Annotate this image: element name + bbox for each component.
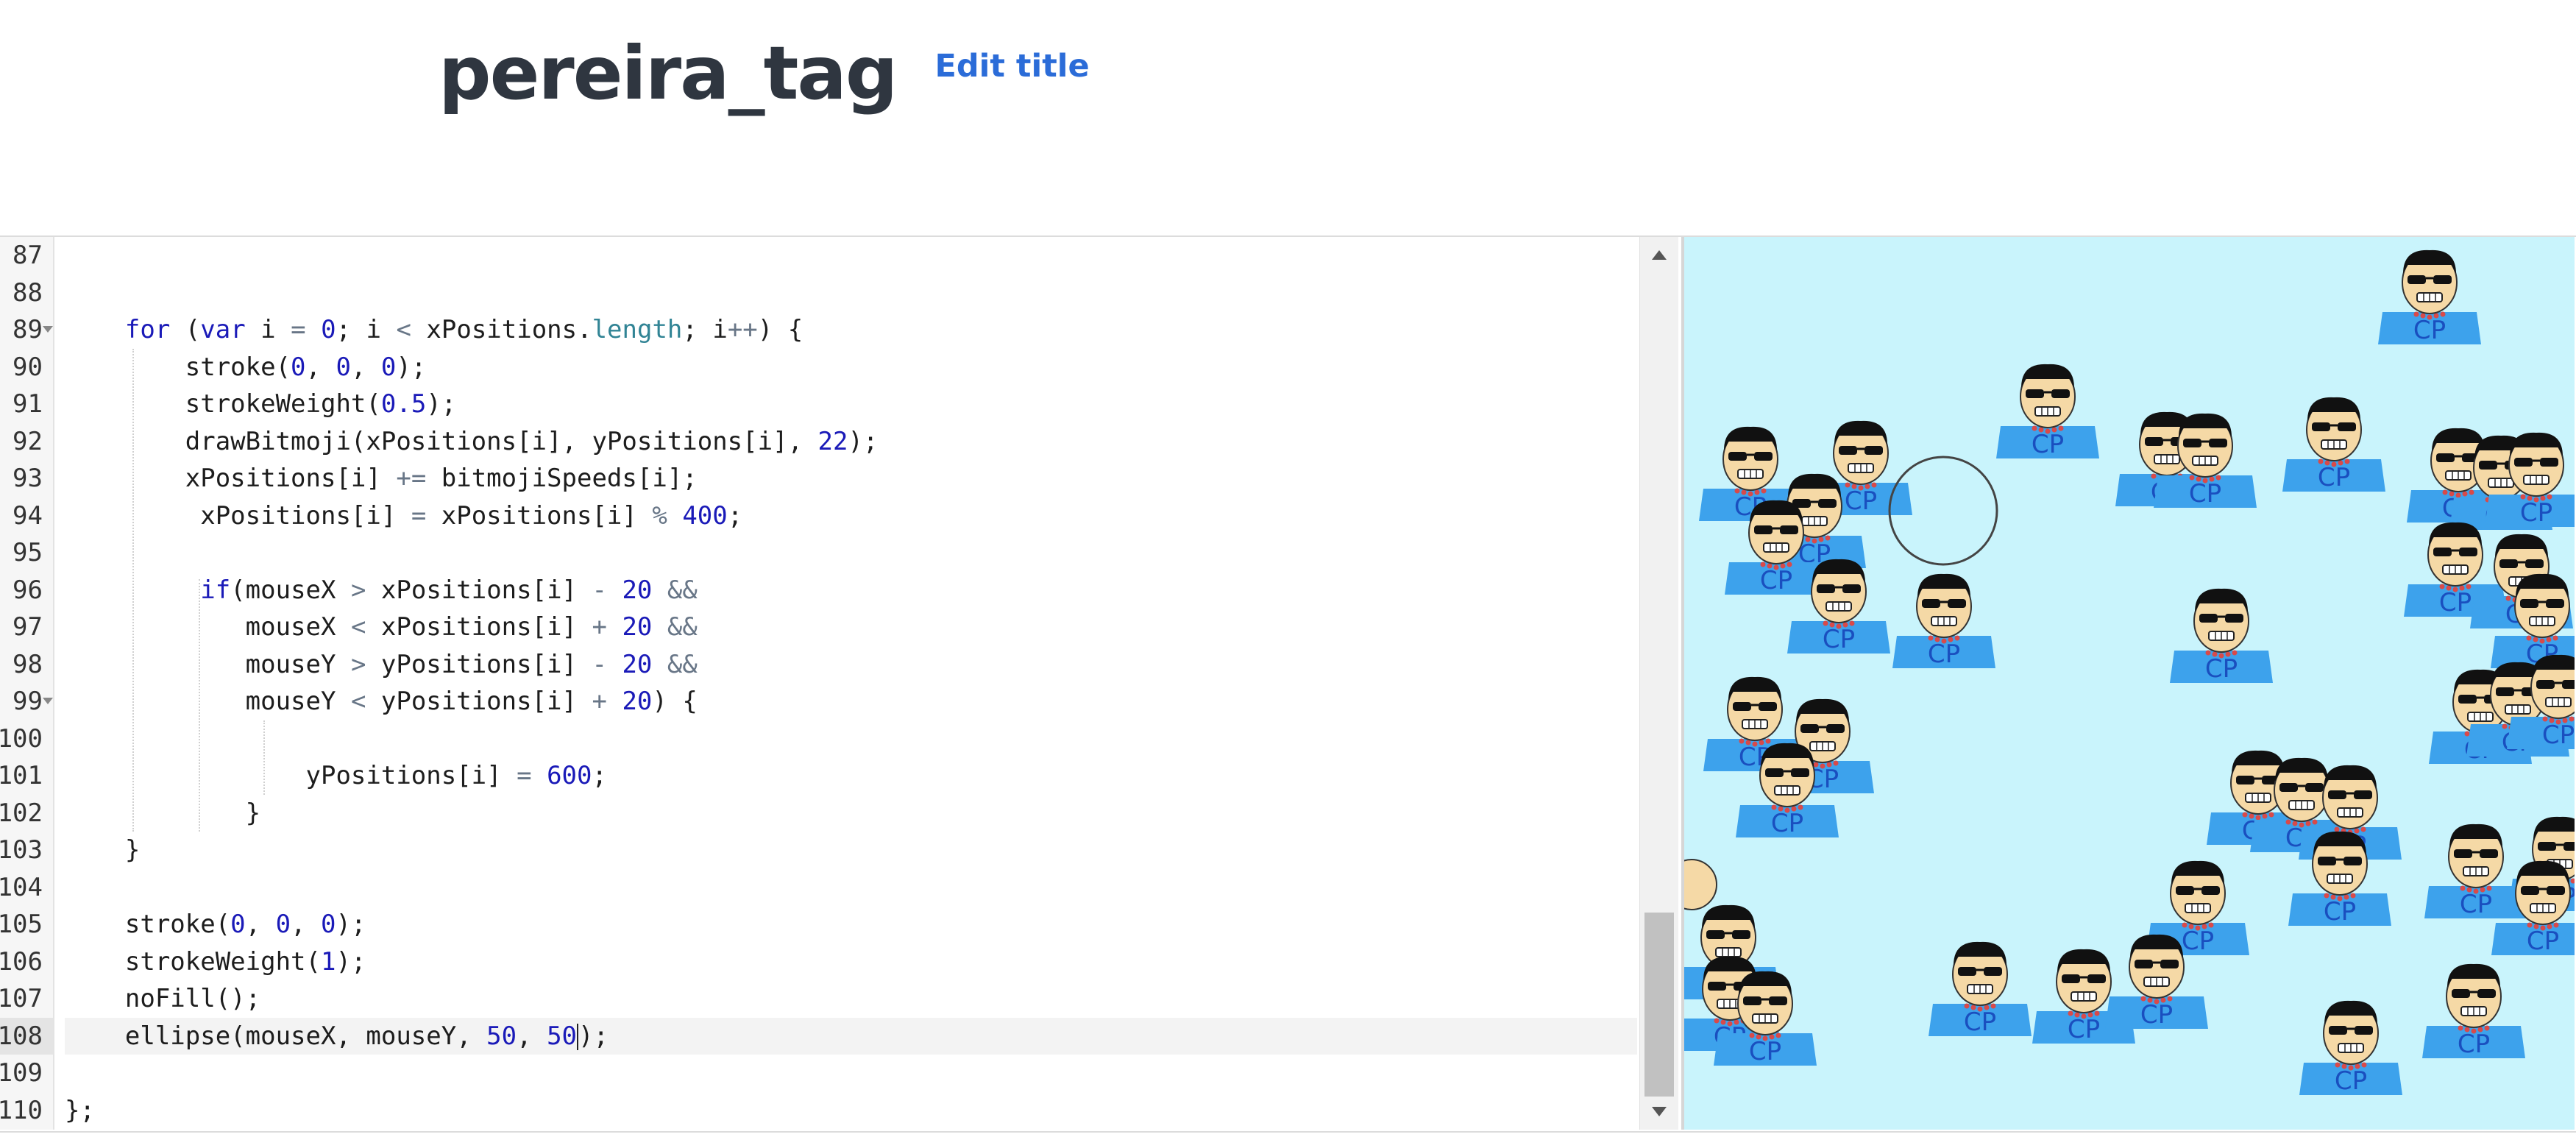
shirt-label: CP [2527,927,2559,956]
code-line[interactable]: drawBitmoji(xPositions[i], yPositions[i]… [65,423,879,461]
code-line[interactable]: if(mouseX > xPositions[i] - 20 && [65,572,698,609]
shirt-label: CP [2324,897,2356,927]
shirt-label: CP [2032,430,2064,459]
line-number: 102 [0,798,43,828]
line-number: 97 [13,612,43,642]
fold-arrow-icon[interactable] [43,698,53,704]
shirt-label: CP [2520,498,2552,528]
shirt-label: CP [2439,588,2472,617]
shirt-label: CP [1845,486,1877,516]
code-area[interactable]: for (var i = 0; i < xPositions.length; i… [65,237,1681,1130]
line-number-gutter: 87 88 89 90 91 92 93 94 95 96 97 98 99 100 101 102 103 10… [0,237,54,1130]
shirt-label: CP [1760,566,1792,595]
line-number: 109 [0,1058,43,1088]
code-editor[interactable]: 87 88 89 90 91 92 93 94 95 96 97 98 99 100 101 102 103 10… [0,237,1681,1130]
shirt-label: CP [2458,1030,2490,1059]
shirt-label: CP [2335,1066,2367,1096]
shirt-label: CP [1771,809,1803,838]
edit-title-link[interactable]: Edit title [934,48,1089,85]
scroll-up-arrow-icon[interactable] [1652,250,1667,260]
line-number: 107 [0,984,43,1013]
shirt-label: CP [2460,890,2492,919]
line-number: 100 [0,723,43,754]
code-line[interactable]: xPositions[i] += bitmojiSpeeds[i]; [65,460,698,497]
line-number: 94 [13,500,43,531]
code-line[interactable]: xPositions[i] = xPositions[i] % 400; [65,497,742,535]
bitmoji-sprite: CP [2422,963,2525,1059]
shirt-label: CP [1928,640,1960,669]
shirt-label: CP [2068,1015,2100,1044]
shirt-label: CP [2189,479,2221,509]
line-number: 95 [13,538,43,567]
line-number: 105 [0,910,43,939]
indent-guide [199,578,200,832]
shirt-label: CP [2182,927,2214,956]
line-number: 98 [13,649,43,679]
code-line[interactable]: } [65,832,140,869]
line-number: 91 [13,389,43,419]
code-line[interactable]: yPositions[i] = 600; [65,757,607,795]
shirt-label: CP [1749,1037,1781,1066]
bitmoji-sprite: CP [2170,588,2273,684]
line-number: 101 [0,761,43,790]
bitmoji-sprite-partial [1684,859,1717,910]
bitmoji-sprite: CP [2282,397,2385,492]
line-number: 99 [0,683,53,720]
line-number: 104 [0,872,43,902]
workspace: 87 88 89 90 91 92 93 94 95 96 97 98 99 100 101 102 103 10… [0,235,2576,1133]
scroll-down-arrow-icon[interactable] [1652,1107,1667,1116]
output-canvas[interactable]: CP CP CP CP CP CP CP CP CP CP CP CP CP CP CP CP CP CP CP CP… [1684,237,2575,1130]
line-number: 93 [13,464,43,493]
indent-guide [263,720,265,795]
line-number: 108 [0,1017,53,1055]
title-row: pereira_tag Edit title [439,25,1090,121]
line-number: 106 [0,946,43,977]
code-line[interactable]: ellipse(mouseX, mouseY, 50, 50); [65,1017,1637,1055]
bitmoji-sprite: CP [1892,573,1995,669]
code-line[interactable]: mouseX < xPositions[i] + 20 && [65,609,698,646]
shirt-label: CP [2413,316,2446,345]
code-line[interactable]: strokeWeight(1); [65,943,366,981]
line-number: 90 [13,352,43,382]
code-line[interactable]: }; [65,1092,95,1130]
editor-scrollbar[interactable] [1639,237,1678,1130]
bitmoji-sprite: CP [1996,364,2099,459]
shirt-label: CP [2205,654,2238,684]
code-line[interactable]: for (var i = 0; i < xPositions.length; i… [65,311,803,349]
line-number: 110 [0,1095,43,1125]
canvas-drawing: CP CP CP CP CP CP CP CP CP CP CP CP CP CP CP CP CP CP CP CP… [1684,249,2575,1096]
page-title: pereira_tag [439,29,898,116]
line-number: 96 [13,575,43,605]
code-line[interactable]: noFill(); [65,980,260,1018]
code-line[interactable]: stroke(0, 0, 0); [65,349,427,386]
indent-guide [132,348,134,832]
line-number: 103 [0,835,43,865]
shirt-label: CP [2318,463,2350,492]
line-number: 88 [13,277,43,308]
bitmoji-sprite: CP [2378,249,2481,345]
line-number: 87 [13,241,43,270]
shirt-label: CP [1964,1007,1996,1037]
shirt-label: CP [1823,625,1855,654]
code-line[interactable]: strokeWeight(0.5); [65,386,457,423]
line-number: 92 [13,426,43,456]
code-line[interactable]: mouseY > yPositions[i] - 20 && [65,646,698,684]
fold-arrow-icon[interactable] [43,326,53,333]
code-line[interactable]: mouseY < yPositions[i] + 20) { [65,683,698,720]
line-number: 89 [0,311,53,349]
shirt-label: CP [2542,720,2575,750]
scrollbar-thumb[interactable] [1644,913,1674,1097]
bitmoji-sprite: CP [1929,941,2032,1037]
shirt-label: CP [2140,1000,2173,1030]
code-line[interactable]: } [65,795,260,832]
code-line[interactable]: stroke(0, 0, 0); [65,906,366,943]
bitmoji-sprite: CP [2299,1000,2402,1096]
